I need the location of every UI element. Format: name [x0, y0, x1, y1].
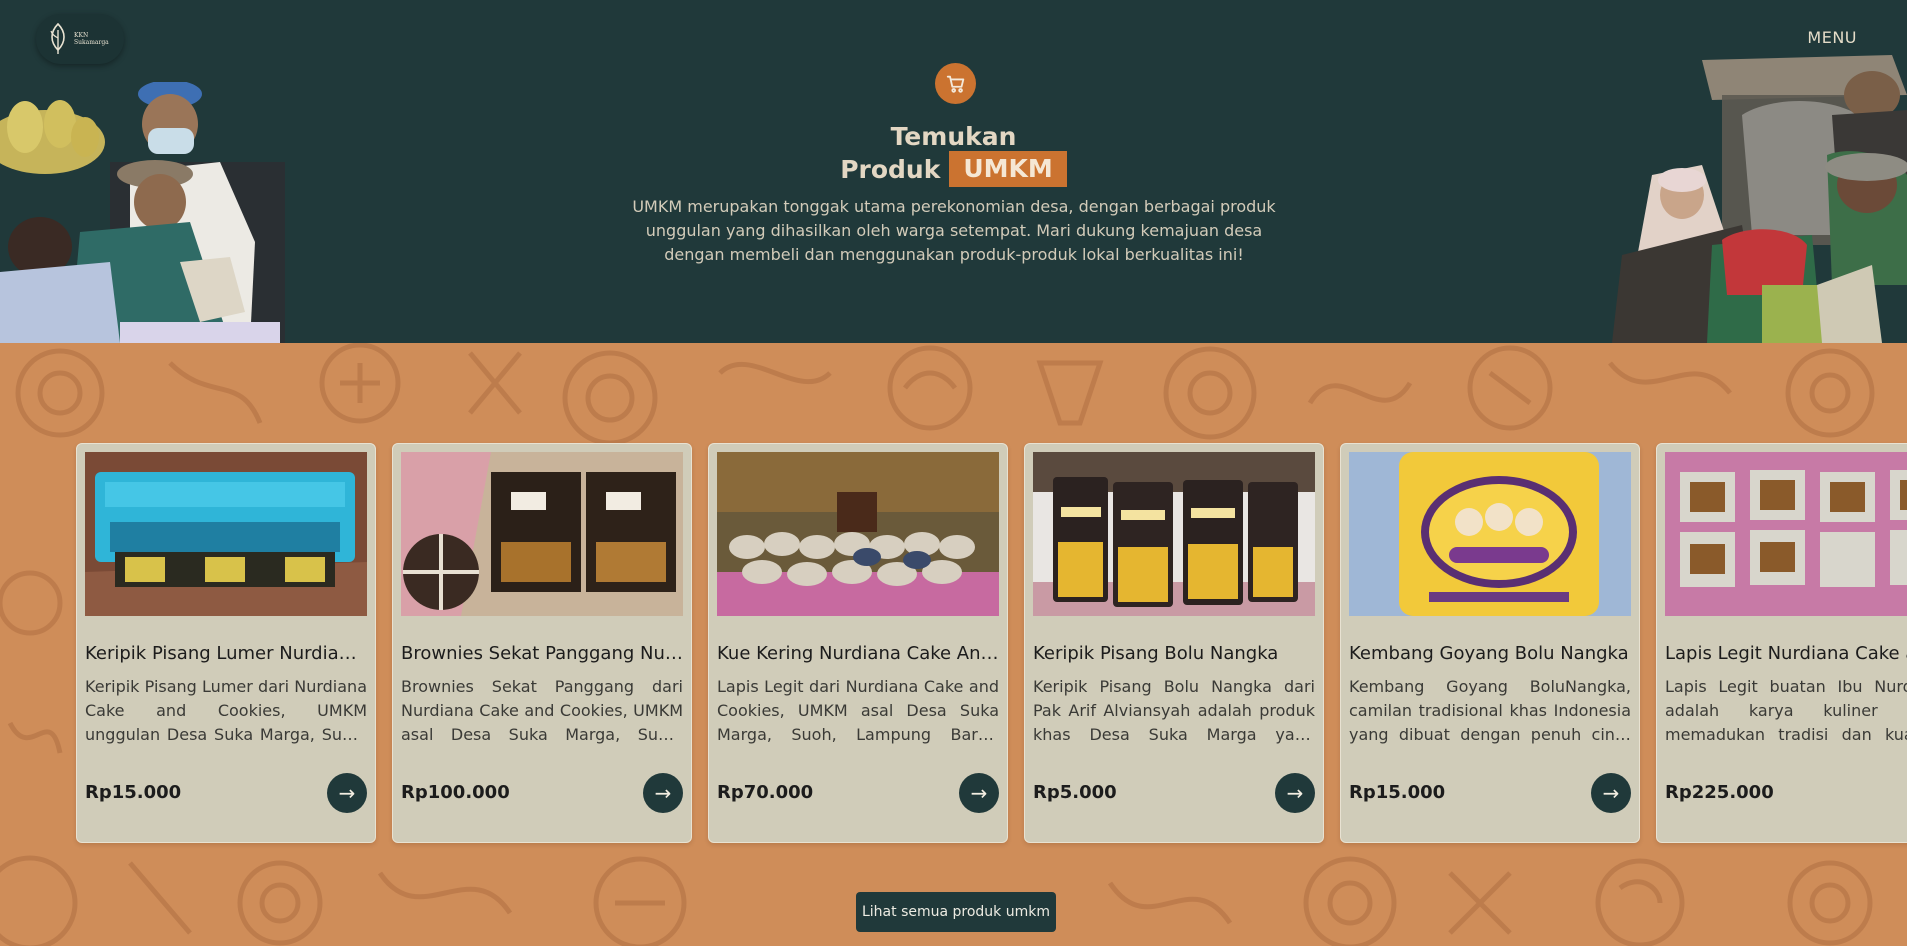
- arrow-right-icon: →: [654, 781, 672, 805]
- product-card[interactable]: Keripik Pisang Lumer Nurdiana Cake And C…: [76, 443, 376, 843]
- product-image: [401, 452, 683, 616]
- arrow-right-icon: →: [970, 781, 988, 805]
- logo-text-line2: Sukamarga: [74, 39, 109, 46]
- see-all-products-button[interactable]: Lihat semua produk umkm: [856, 892, 1056, 932]
- hero-photo-right: [1612, 55, 1907, 343]
- site-logo[interactable]: KKN Sukamarga: [36, 14, 124, 64]
- products-section: Keripik Pisang Lumer Nurdiana Cake And C…: [0, 343, 1907, 946]
- product-card[interactable]: Brownies Sekat Panggang Nurdiana Cake An…: [392, 443, 692, 843]
- product-image: [717, 452, 999, 616]
- product-detail-button[interactable]: →: [327, 773, 367, 813]
- product-card[interactable]: Lapis Legit Nurdiana Cake and Cookies La…: [1656, 443, 1907, 843]
- product-title[interactable]: Brownies Sekat Panggang Nurdiana Cake An…: [401, 643, 683, 664]
- product-description: Keripik Pisang Lumer dari Nurdiana Cake …: [85, 677, 367, 744]
- product-image: [1033, 452, 1315, 616]
- arrow-right-icon: →: [1602, 781, 1620, 805]
- product-price: Rp15.000: [1349, 782, 1446, 803]
- logo-text: KKN Sukamarga: [74, 32, 109, 46]
- hero-section: KKN Sukamarga MENU Temukan Produk UMKM U…: [0, 0, 1907, 343]
- product-detail-button[interactable]: →: [959, 773, 999, 813]
- product-detail-button[interactable]: →: [1591, 773, 1631, 813]
- logo-text-line1: KKN: [74, 32, 89, 39]
- hero-title-highlight: UMKM: [949, 151, 1067, 187]
- product-image: [1665, 452, 1907, 616]
- cart-badge: [935, 63, 976, 104]
- product-description: Lapis Legit dari Nurdiana Cake and Cooki…: [717, 677, 999, 744]
- leaf-logo-icon: [50, 22, 65, 54]
- cart-icon: [946, 75, 964, 93]
- hero-title-line2: Produk UMKM: [0, 151, 1907, 187]
- arrow-right-icon: →: [338, 781, 356, 805]
- product-card[interactable]: Kembang Goyang Bolu Nangka Kembang Goyan…: [1340, 443, 1640, 843]
- product-detail-button[interactable]: →: [643, 773, 683, 813]
- product-price: Rp70.000: [717, 782, 814, 803]
- arrow-right-icon: →: [1286, 781, 1304, 805]
- hero-description: UMKM merupakan tonggak utama perekonomia…: [632, 197, 1276, 264]
- product-price: Rp225.000: [1665, 782, 1774, 803]
- product-description: Kembang Goyang BoluNangka, camilan tradi…: [1349, 677, 1631, 744]
- product-description: Lapis Legit buatan Ibu Nurdiana adalah k…: [1665, 677, 1907, 744]
- product-title[interactable]: Lapis Legit Nurdiana Cake and Cookies: [1665, 643, 1907, 664]
- product-title[interactable]: Keripik Pisang Lumer Nurdiana Cake And C…: [85, 643, 367, 664]
- menu-button[interactable]: MENU: [1807, 28, 1857, 47]
- hero-title-line1: Temukan: [890, 122, 1017, 151]
- product-card[interactable]: Keripik Pisang Bolu Nangka Keripik Pisan…: [1024, 443, 1324, 843]
- product-card[interactable]: Kue Kering Nurdiana Cake And Cookies Lap…: [708, 443, 1008, 843]
- product-title[interactable]: Keripik Pisang Bolu Nangka: [1033, 643, 1315, 664]
- product-description: Keripik Pisang Bolu Nangka dari Pak Arif…: [1033, 677, 1315, 744]
- product-title[interactable]: Kembang Goyang Bolu Nangka: [1349, 643, 1631, 664]
- product-image: [85, 452, 367, 616]
- product-price: Rp100.000: [401, 782, 510, 803]
- product-image: [1349, 452, 1631, 616]
- hero-title-word: Produk: [840, 154, 941, 184]
- product-detail-button[interactable]: →: [1275, 773, 1315, 813]
- product-title[interactable]: Kue Kering Nurdiana Cake And Cookies: [717, 643, 999, 664]
- product-price: Rp15.000: [85, 782, 182, 803]
- product-description: Brownies Sekat Panggang dari Nurdiana Ca…: [401, 677, 683, 744]
- product-price: Rp5.000: [1033, 782, 1117, 803]
